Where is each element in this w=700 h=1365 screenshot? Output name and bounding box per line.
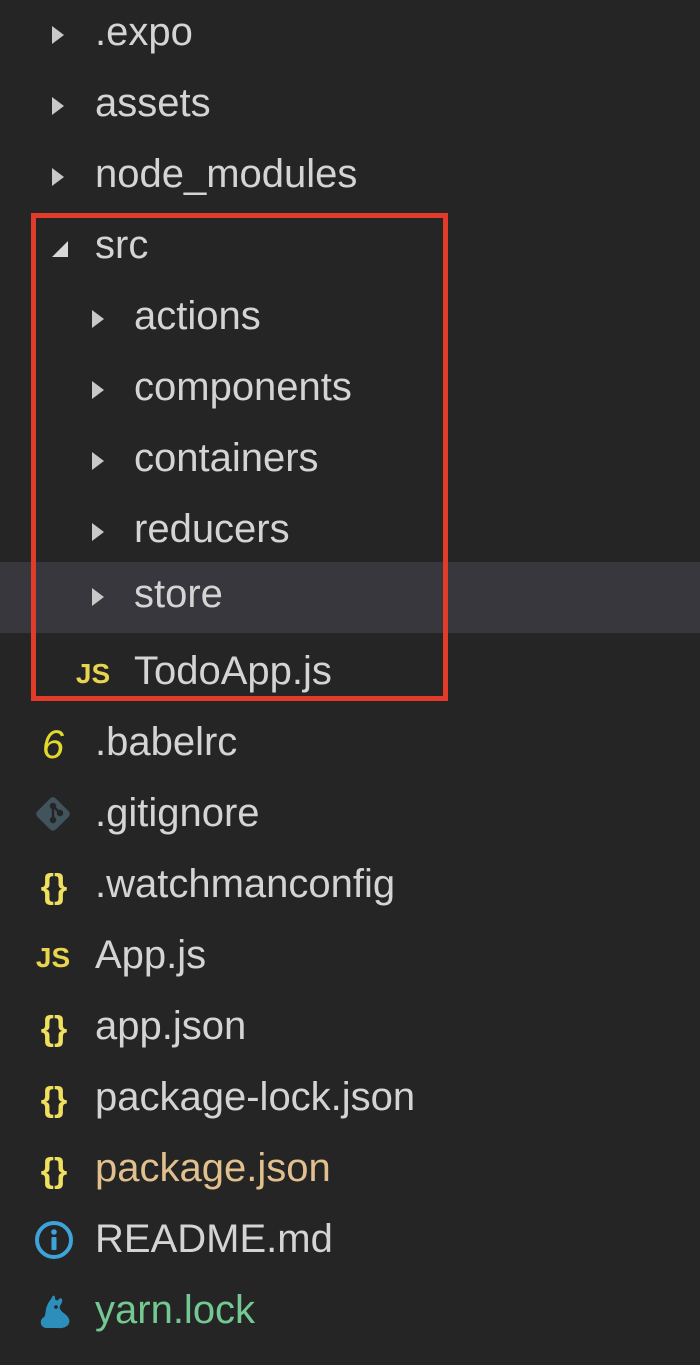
yarn-icon [40,1295,70,1329]
json-icon: {} [40,1081,68,1119]
json-icon: {} [40,1152,68,1190]
javascript-icon: JS [75,658,111,689]
json-icon: {} [40,868,68,906]
tree-item-containers[interactable]: containers [0,426,700,497]
tree-item-app-json[interactable]: {} app.json [0,994,700,1065]
tree-item-label: .gitignore [95,791,260,835]
tree-item-label: store [134,572,223,616]
tree-item-src[interactable]: src [0,213,700,284]
file-explorer: .expo assets node_modules src actions co… [0,0,700,1365]
tree-item-gitignore[interactable]: .gitignore [0,781,700,852]
tree-item-label: TodoApp.js [134,649,332,693]
tree-item-label: reducers [134,507,290,551]
tree-item-package-json[interactable]: {} package.json [0,1136,700,1207]
javascript-icon: JS [35,942,71,973]
tree-item-label: components [134,365,352,409]
tree-item-store[interactable]: store [0,562,700,633]
git-icon [36,797,70,831]
tree-item-package-lock-json[interactable]: {} package-lock.json [0,1065,700,1136]
tree-item-app-js[interactable]: JS App.js [0,923,700,994]
tree-item-label: containers [134,436,319,480]
tree-item-readme-md[interactable]: README.md [0,1207,700,1278]
tree-item-watchmanconfig[interactable]: {} .watchmanconfig [0,852,700,923]
tree-item-expo[interactable]: .expo [0,0,700,71]
chevron-right-icon[interactable] [52,168,64,186]
chevron-right-icon[interactable] [92,381,104,399]
tree-item-label: .expo [95,10,193,54]
tree-item-todoapp-js[interactable]: JS TodoApp.js [0,639,700,710]
tree-item-label: actions [134,294,261,338]
tree-item-reducers[interactable]: reducers [0,497,700,568]
babel-icon: 6 [41,723,65,767]
chevron-right-icon[interactable] [92,452,104,470]
tree-item-components[interactable]: components [0,355,700,426]
json-icon: {} [40,1010,68,1048]
tree-item-label: package.json [95,1146,331,1190]
tree-item-label: assets [95,81,211,125]
chevron-right-icon[interactable] [92,310,104,328]
chevron-right-icon[interactable] [52,97,64,115]
tree-item-actions[interactable]: actions [0,284,700,355]
tree-item-label: app.json [95,1004,247,1048]
tree-item-label: node_modules [95,152,358,196]
tree-item-node-modules[interactable]: node_modules [0,142,700,213]
tree-item-assets[interactable]: assets [0,71,700,142]
chevron-down-icon[interactable] [52,241,68,257]
chevron-right-icon[interactable] [92,523,104,541]
tree-item-label: src [95,223,149,267]
chevron-right-icon[interactable] [52,26,64,44]
info-icon [35,1221,73,1259]
tree-item-label: .babelrc [95,720,238,764]
chevron-right-icon[interactable] [92,588,104,606]
tree-item-babelrc[interactable]: 6 .babelrc [0,710,700,781]
tree-item-label: .watchmanconfig [95,862,396,906]
tree-item-label: yarn.lock [95,1288,256,1332]
tree-item-label: README.md [95,1217,333,1261]
tree-item-label: package-lock.json [95,1075,416,1119]
tree-item-label: App.js [95,933,207,977]
tree-item-yarn-lock[interactable]: yarn.lock [0,1278,700,1349]
